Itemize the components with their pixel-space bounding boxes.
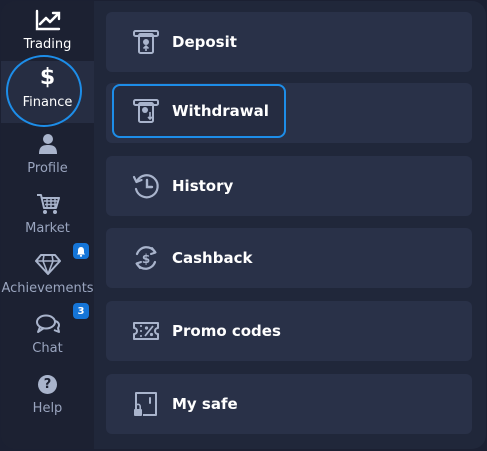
menu-item-cashback[interactable]: $ Cashback — [106, 228, 472, 288]
cart-icon — [35, 191, 61, 217]
finance-menu: Deposit Withdrawal History $ Cashback Pr… — [94, 1, 486, 449]
sidebar-item-label: Market — [25, 221, 70, 236]
sidebar-item-label: Trading — [23, 37, 72, 52]
menu-item-label: My safe — [172, 395, 238, 413]
app-window: Trading $ Finance Profile Market Achieve… — [1, 1, 486, 449]
sidebar-item-profile[interactable]: Profile — [1, 127, 94, 185]
dollar-icon: $ — [39, 65, 56, 90]
menu-item-label: History — [172, 177, 234, 195]
notification-badge — [73, 243, 89, 259]
sidebar-item-finance[interactable]: $ Finance — [1, 61, 94, 123]
menu-item-withdrawal-row[interactable]: Withdrawal — [106, 83, 472, 143]
menu-item-label: Promo codes — [172, 322, 281, 340]
menu-item-label: Cashback — [172, 249, 253, 267]
svg-text:$: $ — [142, 252, 150, 266]
sidebar-item-label: Chat — [32, 341, 63, 356]
sidebar: Trading $ Finance Profile Market Achieve… — [1, 1, 94, 449]
withdrawal-icon — [132, 97, 160, 125]
promo-code-icon — [132, 317, 160, 345]
sidebar-item-label: Finance — [22, 95, 73, 110]
cashback-icon: $ — [132, 244, 160, 272]
menu-item-history[interactable]: History — [106, 156, 472, 216]
chat-count-badge: 3 — [73, 303, 89, 319]
sidebar-item-label: Help — [32, 401, 63, 416]
sidebar-item-label: Profile — [27, 161, 68, 176]
deposit-icon — [132, 28, 160, 56]
diamond-icon — [34, 251, 61, 277]
help-icon: ? — [35, 371, 61, 397]
safe-icon — [132, 390, 160, 418]
menu-item-my-safe[interactable]: My safe — [106, 374, 472, 434]
history-icon — [132, 172, 160, 200]
menu-item-promo-codes[interactable]: Promo codes — [106, 301, 472, 361]
sidebar-item-trading[interactable]: Trading — [1, 3, 94, 61]
chart-line-icon — [35, 7, 61, 33]
sidebar-item-market[interactable]: Market — [1, 187, 94, 245]
menu-item-label: Deposit — [172, 33, 237, 51]
sidebar-item-help[interactable]: ? Help — [1, 367, 94, 425]
user-icon — [35, 131, 61, 157]
bell-icon — [77, 246, 85, 257]
menu-item-label: Withdrawal — [172, 102, 269, 120]
menu-item-withdrawal[interactable]: Withdrawal — [112, 84, 286, 138]
menu-item-deposit[interactable]: Deposit — [106, 12, 472, 72]
sidebar-item-label: Achievements — [1, 281, 94, 296]
chat-icon — [35, 311, 61, 337]
